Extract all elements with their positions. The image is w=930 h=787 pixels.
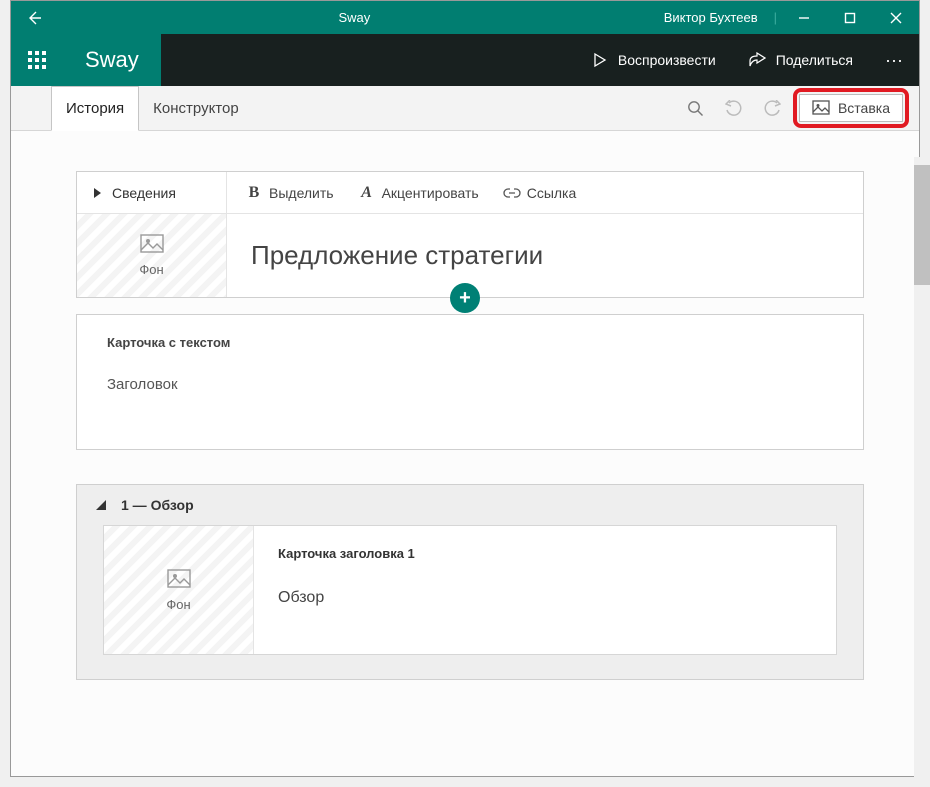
details-toggle[interactable]: Сведения	[77, 172, 227, 213]
details-label: Сведения	[112, 185, 176, 201]
section-body: Фон Карточка заголовка 1 Обзор	[77, 525, 863, 679]
play-button[interactable]: Воспроизвести	[576, 34, 732, 86]
back-button[interactable]	[11, 10, 57, 26]
section-header[interactable]: 1 — Обзор	[77, 485, 863, 525]
add-card-button[interactable]: +	[450, 283, 480, 313]
redo-button[interactable]	[755, 91, 789, 125]
search-icon	[687, 100, 704, 117]
play-icon	[592, 52, 608, 68]
tab-story[interactable]: История	[51, 86, 139, 131]
ribbon-bar: Sway Воспроизвести Поделиться ···	[11, 34, 919, 86]
tab-design[interactable]: Конструктор	[139, 86, 253, 130]
play-label: Воспроизвести	[618, 52, 716, 68]
bold-button[interactable]: B Выделить	[245, 184, 334, 202]
minimize-button[interactable]	[781, 1, 827, 34]
background-label: Фон	[139, 262, 163, 277]
collapse-icon	[95, 499, 107, 511]
app-launcher-button[interactable]	[11, 34, 63, 86]
section-1: 1 — Обзор Фон Карточка заголовка 1 Обзор	[76, 484, 864, 680]
heading-card-1[interactable]: Фон Карточка заголовка 1 Обзор	[103, 525, 837, 655]
more-button[interactable]: ···	[869, 34, 919, 86]
tab-tools: Вставка	[679, 86, 919, 130]
maximize-button[interactable]	[827, 1, 873, 34]
app-window: Sway Виктор Бухтеев | Sway Воспроизвести	[10, 0, 920, 777]
chevron-right-icon	[93, 187, 102, 199]
ellipsis-icon: ···	[885, 50, 903, 71]
heading-card-main: Карточка заголовка 1 Обзор	[254, 526, 836, 654]
window-title: Sway	[57, 10, 652, 25]
minimize-icon	[798, 12, 810, 24]
image-placeholder-icon	[140, 234, 164, 254]
waffle-icon	[28, 51, 46, 69]
insert-button[interactable]: Вставка	[799, 94, 903, 122]
bold-icon: B	[245, 184, 263, 202]
text-card[interactable]: Карточка с текстом Заголовок	[76, 314, 864, 450]
text-card-type: Карточка с текстом	[107, 335, 833, 350]
titlebar: Sway Виктор Бухтеев |	[11, 1, 919, 34]
storyline-canvas[interactable]: Сведения B Выделить A Акцентировать Ссыл…	[11, 131, 919, 776]
share-icon	[748, 52, 766, 68]
text-card-placeholder[interactable]: Заголовок	[107, 376, 833, 393]
arrow-left-icon	[26, 10, 42, 26]
emphasis-button[interactable]: A Акцентировать	[358, 184, 479, 202]
plus-icon: +	[459, 287, 471, 310]
close-icon	[890, 12, 902, 24]
ribbon-spacer	[161, 34, 576, 86]
redo-icon	[763, 100, 781, 116]
link-label: Ссылка	[527, 185, 577, 201]
scrollbar-thumb[interactable]	[914, 165, 930, 285]
maximize-icon	[844, 12, 856, 24]
title-card[interactable]: Сведения B Выделить A Акцентировать Ссыл…	[76, 171, 864, 298]
user-separator: |	[770, 10, 781, 25]
heading-card-type: Карточка заголовка 1	[278, 546, 812, 561]
bold-label: Выделить	[269, 185, 334, 201]
heading-background-label: Фон	[166, 597, 190, 612]
image-placeholder-icon	[167, 569, 191, 589]
title-text-field[interactable]: Предложение стратегии	[227, 214, 863, 297]
link-button[interactable]: Ссылка	[503, 185, 577, 201]
undo-button[interactable]	[717, 91, 751, 125]
emphasis-icon: A	[358, 184, 376, 202]
insert-highlight: Вставка	[793, 88, 909, 128]
emphasis-label: Акцентировать	[382, 185, 479, 201]
section-title: 1 — Обзор	[121, 497, 194, 513]
user-name[interactable]: Виктор Бухтеев	[652, 10, 770, 25]
search-button[interactable]	[679, 91, 713, 125]
tab-bar: История Конструктор Вставка	[11, 86, 919, 131]
share-label: Поделиться	[776, 52, 853, 68]
app-logo[interactable]: Sway	[63, 34, 161, 86]
background-tile[interactable]: Фон	[77, 214, 227, 297]
share-button[interactable]: Поделиться	[732, 34, 869, 86]
title-card-header: Сведения B Выделить A Акцентировать Ссыл…	[77, 172, 863, 214]
format-tools: B Выделить A Акцентировать Ссылка	[227, 184, 594, 202]
scrollbar-track[interactable]	[914, 157, 930, 787]
close-button[interactable]	[873, 1, 919, 34]
heading-background-tile[interactable]: Фон	[104, 526, 254, 654]
insert-label: Вставка	[838, 100, 890, 116]
link-icon	[503, 188, 521, 198]
heading-text-field[interactable]: Обзор	[278, 589, 812, 607]
image-icon	[812, 100, 830, 116]
undo-icon	[725, 100, 743, 116]
